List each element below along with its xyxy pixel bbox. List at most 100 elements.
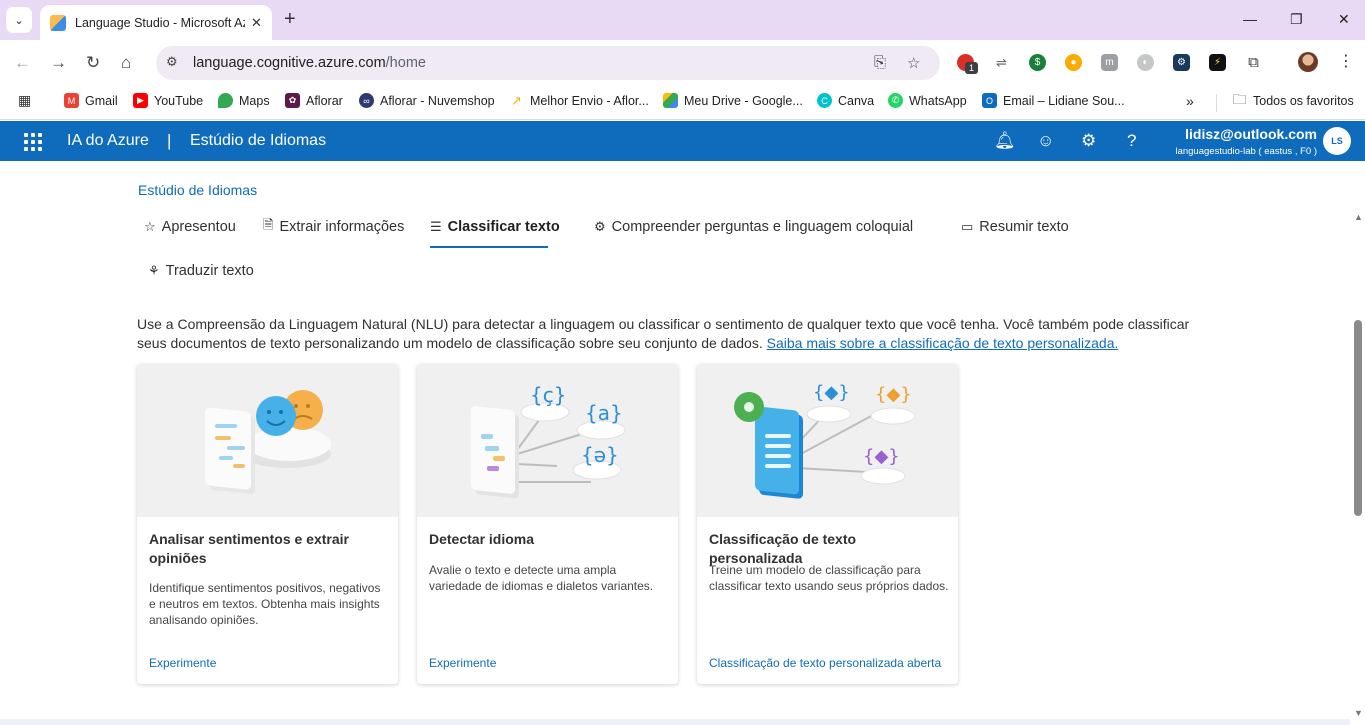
account-resource[interactable]: languagestudio-lab ( eastus , F0 ) (1175, 146, 1317, 157)
home-icon[interactable]: ⌂ (121, 53, 131, 73)
site-info-icon[interactable]: ⚙ (166, 54, 178, 70)
card-sentiment-analysis[interactable]: Analisar sentimentos e extrair opiniões … (137, 364, 398, 684)
bookmark-label: YouTube (154, 93, 204, 108)
youtube-icon: ▶ (133, 93, 148, 108)
bookmark-star-icon[interactable]: ☆ (907, 54, 920, 72)
bookmark-youtube[interactable]: ▶ YouTube (133, 93, 203, 108)
minimize-window-icon[interactable]: — (1243, 11, 1257, 27)
help-icon[interactable]: ? (1127, 131, 1136, 151)
bookmark-all-favorites[interactable]: 🗀 Todos os favoritos (1232, 91, 1354, 108)
browser-profile-avatar[interactable] (1298, 52, 1318, 72)
tab-extrair-informacoes[interactable]: 🗎 Extrair informações (263, 216, 404, 238)
bookmark-label: WhatsApp (909, 93, 967, 108)
translate-page-icon[interactable]: ⎘ (874, 54, 886, 71)
page-description: Use a Compreensão da Linguagem Natural (… (137, 315, 1217, 353)
tab-label: Apresentou (161, 219, 236, 235)
tab-traduzir-texto[interactable]: ⚘ Traduzir texto (148, 260, 254, 282)
bookmark-melhor-envio[interactable]: ↗ Melhor Envio - Aflor... (509, 93, 649, 108)
card-title: Analisar sentimentos e extrair opiniões (149, 531, 349, 566)
back-arrow-icon[interactable]: ← (14, 53, 31, 73)
canva-icon: C (817, 93, 832, 108)
outlook-icon: O (982, 93, 997, 108)
tab-apresentou[interactable]: ☆ Apresentou (144, 216, 236, 238)
svg-text:{◆}: {◆} (813, 382, 850, 403)
bookmark-aflorar[interactable]: ✿ Aflorar (285, 93, 343, 108)
apps-grid-icon[interactable]: ▦ (18, 92, 31, 109)
steam-extension-icon[interactable]: ⚙ (1173, 54, 1190, 71)
open-custom-classification-link[interactable]: Classificação de texto personalizada abe… (709, 656, 941, 670)
gmail-icon: M (64, 93, 79, 108)
bookmark-maps[interactable]: Maps (218, 93, 270, 108)
bookmark-label: Gmail (85, 93, 118, 108)
try-it-link[interactable]: Experimente (149, 656, 216, 670)
bookmarks-divider (1216, 94, 1217, 112)
bookmark-gmail[interactable]: M Gmail (64, 93, 118, 108)
svg-text:{◆}: {◆} (875, 384, 912, 405)
adblock-extension-icon[interactable]: 1 (957, 54, 978, 74)
leaf-extension-icon[interactable]: ◐ (1137, 54, 1154, 71)
account-avatar[interactable]: LS (1323, 127, 1351, 155)
tab-label: Compreender perguntas e linguagem coloqu… (611, 219, 914, 235)
sentiment-illustration (137, 364, 398, 517)
product-name[interactable]: Estúdio de Idiomas (190, 132, 326, 150)
scroll-up-arrow-icon[interactable]: ▲ (1354, 212, 1363, 222)
browser-tab-title: Language Studio - Microsoft Az (75, 15, 245, 30)
card-custom-text-classification[interactable]: {◆} {◆} {◆} Classificação de texto perso… (697, 364, 958, 684)
page-bottom-edge (0, 719, 1350, 725)
waffle-menu-icon[interactable] (24, 133, 42, 151)
card-description: Treine um modelo de classificação para c… (709, 563, 949, 593)
tab-label: Resumir texto (979, 219, 1069, 235)
melhor-envio-icon: ↗ (511, 92, 522, 108)
tab-search-chevron-icon[interactable]: ⌄ (6, 7, 32, 33)
extensions-puzzle-icon[interactable]: ⧉ (1245, 54, 1262, 71)
address-bar[interactable]: ⚙ language.cognitive.azure.com/home ⎘ ☆ (156, 46, 940, 80)
card-title: Detectar idioma (429, 531, 535, 547)
settings-gear-icon[interactable]: ⚙ (1081, 131, 1096, 151)
close-tab-icon[interactable]: ✕ (251, 15, 262, 31)
bookmark-label: Aflorar - Nuvemshop (380, 93, 495, 108)
reload-icon[interactable]: ↻ (86, 53, 100, 73)
card-detect-language[interactable]: {ç} {a} {ə} Detectar idioma Avalie o tex… (417, 364, 678, 684)
card-description: Avalie o texto e detecte uma ampla varie… (429, 563, 654, 593)
bot-icon: ⚙ (594, 219, 606, 234)
bookmark-nuvemshop[interactable]: ∞ Aflorar - Nuvemshop (359, 93, 495, 108)
browser-tab-active[interactable]: Language Studio - Microsoft Az ✕ (40, 5, 272, 40)
svg-text:{◆}: {◆} (863, 446, 900, 467)
tab-compreender-perguntas[interactable]: ⚙ Compreender perguntas e linguagem coloq… (594, 216, 913, 238)
new-tab-icon[interactable]: + (284, 9, 296, 29)
bolt-extension-icon[interactable]: ⚡ (1209, 54, 1226, 71)
azure-brand[interactable]: IA do Azure (67, 132, 149, 150)
language-detection-illustration: {ç} {a} {ə} (417, 364, 678, 517)
learn-more-link[interactable]: Saiba mais sobre a classificação de text… (767, 335, 1119, 351)
active-tab-underline (430, 246, 548, 248)
more-bookmarks-chevron-icon[interactable]: » (1186, 93, 1194, 109)
tab-resumir-texto[interactable]: ▭ Resumir texto (961, 216, 1069, 238)
bookmark-google-drive[interactable]: Meu Drive - Google... (663, 93, 803, 108)
honey-extension-icon[interactable]: ● (1065, 54, 1082, 71)
try-it-link[interactable]: Experimente (429, 656, 496, 670)
extension-link-icon[interactable]: ⇌ (993, 54, 1010, 71)
tab-label: Classificar texto (447, 219, 560, 235)
bookmark-whatsapp[interactable]: ✆ WhatsApp (888, 93, 967, 108)
browser-menu-icon[interactable]: ⋮ (1338, 51, 1354, 71)
bookmark-outlook[interactable]: O Email – Lidiane Sou... (982, 93, 1125, 108)
scrollbar-thumb[interactable] (1354, 320, 1362, 516)
bookmark-canva[interactable]: C Canva (817, 93, 874, 108)
url-path: /home (385, 55, 426, 71)
account-email[interactable]: lidisz@outlook.com (1185, 126, 1317, 142)
bookmark-label: Email – Lidiane Sou... (1003, 93, 1125, 108)
bookmark-label: Canva (838, 93, 875, 108)
header-separator: | (167, 131, 172, 150)
breadcrumb[interactable]: Estúdio de Idiomas (138, 182, 257, 198)
scroll-down-arrow-icon[interactable]: ▼ (1354, 708, 1363, 718)
tab-classificar-texto[interactable]: ☰ Classificar texto (430, 216, 560, 238)
restore-window-icon[interactable]: ❐ (1290, 11, 1303, 28)
address-url[interactable]: language.cognitive.azure.com/home (193, 55, 426, 71)
forward-arrow-icon[interactable]: → (50, 53, 67, 73)
close-window-icon[interactable]: ✕ (1338, 11, 1350, 28)
notifications-bell-icon[interactable]: 🔔︎ (994, 131, 1016, 151)
feedback-smiley-icon[interactable]: ☺ (1037, 131, 1054, 151)
azure-header: IA do Azure | Estúdio de Idiomas 🔔︎ ☺ ⚙ … (0, 121, 1365, 161)
dollar-extension-icon[interactable]: $ (1029, 54, 1046, 71)
m-extension-icon[interactable]: m (1101, 54, 1118, 71)
